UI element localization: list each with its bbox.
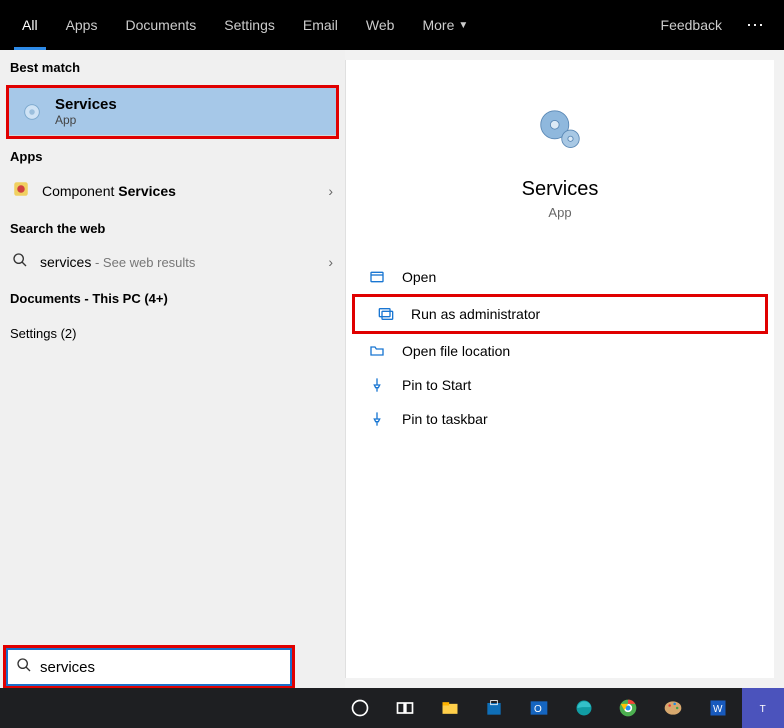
best-match-item[interactable]: Services App xyxy=(9,88,336,136)
search-icon xyxy=(12,252,28,271)
taskbar-app-store[interactable] xyxy=(474,688,515,728)
action-pin-start[interactable]: Pin to Start xyxy=(346,368,774,402)
apps-result-label: Component Services xyxy=(42,183,316,199)
chevron-right-icon: › xyxy=(328,254,333,270)
highlight-best-match: Services App xyxy=(6,85,339,139)
tab-web[interactable]: Web xyxy=(352,0,409,50)
svg-text:O: O xyxy=(534,704,542,715)
services-gear-icon-large xyxy=(530,100,590,160)
search-box[interactable] xyxy=(6,648,292,686)
svg-text:W: W xyxy=(713,704,723,715)
apps-header: Apps xyxy=(0,139,345,170)
task-view-icon[interactable] xyxy=(385,688,426,728)
action-open[interactable]: Open xyxy=(346,260,774,294)
tab-more-label: More xyxy=(422,17,454,33)
search-icon xyxy=(16,657,32,678)
action-pin-start-label: Pin to Start xyxy=(402,377,471,393)
tab-apps[interactable]: Apps xyxy=(52,0,112,50)
cortana-circle-icon[interactable] xyxy=(340,688,381,728)
settings-header[interactable]: Settings (2) xyxy=(0,312,345,347)
tab-settings[interactable]: Settings xyxy=(210,0,289,50)
taskbar-app-explorer[interactable] xyxy=(429,688,470,728)
taskbar-app-edge[interactable] xyxy=(563,688,604,728)
web-result-label: services - See web results xyxy=(40,254,316,270)
tab-all[interactable]: All xyxy=(8,0,52,50)
feedback-link[interactable]: Feedback xyxy=(647,0,736,50)
chevron-down-icon: ▼ xyxy=(458,20,468,31)
action-open-location-label: Open file location xyxy=(402,343,510,359)
taskbar-app-outlook[interactable]: O xyxy=(519,688,560,728)
shield-icon xyxy=(377,305,395,323)
apps-result-component-services[interactable]: Component Services › xyxy=(0,170,345,211)
result-detail-pane: Services App Open Run as administrator O… xyxy=(345,60,774,678)
detail-title: Services xyxy=(346,178,774,201)
best-match-sub: App xyxy=(55,113,117,127)
pin-icon xyxy=(368,410,386,428)
action-open-location[interactable]: Open file location xyxy=(346,334,774,368)
action-open-label: Open xyxy=(402,269,436,285)
action-pin-taskbar[interactable]: Pin to taskbar xyxy=(346,402,774,436)
more-options-icon[interactable]: ⋯ xyxy=(736,15,776,36)
taskbar-app-word[interactable]: W xyxy=(697,688,738,728)
results-list: Best match Services App Apps Component S… xyxy=(0,50,345,688)
tab-documents[interactable]: Documents xyxy=(111,0,210,50)
services-gear-icon xyxy=(21,101,43,123)
svg-text:T: T xyxy=(760,704,766,715)
detail-sub: App xyxy=(346,205,774,220)
open-icon xyxy=(368,268,386,286)
folder-icon xyxy=(368,342,386,360)
pin-icon xyxy=(368,376,386,394)
tab-email[interactable]: Email xyxy=(289,0,352,50)
taskbar-app-paint[interactable] xyxy=(653,688,694,728)
chevron-right-icon: › xyxy=(328,183,333,199)
taskbar-app-chrome[interactable] xyxy=(608,688,649,728)
action-pin-taskbar-label: Pin to taskbar xyxy=(402,411,488,427)
tab-more[interactable]: More ▼ xyxy=(408,0,482,50)
component-services-icon xyxy=(12,180,30,201)
search-input[interactable] xyxy=(40,659,282,676)
action-run-admin[interactable]: Run as administrator xyxy=(355,297,765,331)
search-results-panel: Best match Services App Apps Component S… xyxy=(0,50,784,688)
web-result-services[interactable]: services - See web results › xyxy=(0,242,345,281)
taskbar: O W T xyxy=(0,688,784,728)
search-filter-tabs: All Apps Documents Settings Email Web Mo… xyxy=(0,0,784,50)
action-run-admin-label: Run as administrator xyxy=(411,306,540,322)
taskbar-app-teams[interactable]: T xyxy=(742,688,784,728)
best-match-header: Best match xyxy=(0,50,345,81)
best-match-title: Services xyxy=(55,96,117,113)
documents-header[interactable]: Documents - This PC (4+) xyxy=(0,281,345,312)
highlight-run-admin: Run as administrator xyxy=(352,294,768,334)
search-web-header: Search the web xyxy=(0,211,345,242)
best-match-texts: Services App xyxy=(55,96,117,127)
